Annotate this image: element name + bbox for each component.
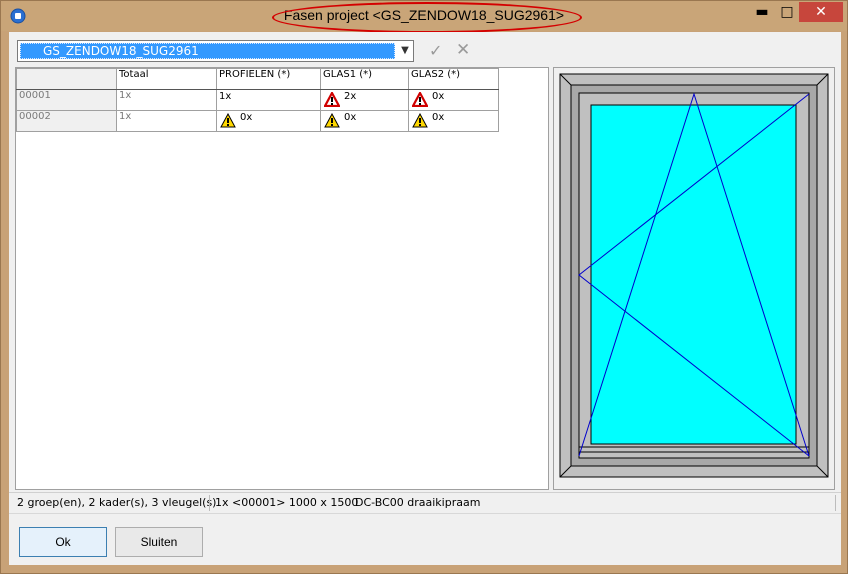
status-separator xyxy=(835,495,836,511)
cell-glas2[interactable]: 0x xyxy=(408,110,499,132)
row-id: 00001 xyxy=(16,89,117,111)
table-row[interactable]: 00001 1x 1x 2x 0x xyxy=(16,89,499,111)
button-bar: Ok Sluiten xyxy=(9,513,841,566)
cell-value: 2x xyxy=(344,91,357,102)
window-preview-panel xyxy=(553,67,835,490)
error-warning-icon xyxy=(412,92,428,107)
column-header-glas2[interactable]: GLAS2 (*) xyxy=(408,68,499,90)
cell-value: 0x xyxy=(240,112,253,123)
cell-profielen[interactable]: 1x xyxy=(216,89,321,111)
column-header-totaal[interactable]: Totaal xyxy=(116,68,217,90)
warning-icon xyxy=(324,113,340,128)
column-header-profielen[interactable]: PROFIELEN (*) xyxy=(216,68,321,90)
dialog-client: GS_ZENDOW18_SUG2961 ▼ ✓ ✕ Totaal PROFIEL… xyxy=(9,32,841,565)
status-groups: 2 groep(en), 2 kader(s), 3 vleugel(s) xyxy=(17,496,217,509)
cancel-icon[interactable]: ✕ xyxy=(456,40,470,60)
cell-value: 0x xyxy=(344,112,357,123)
phases-grid-panel: Totaal PROFIELEN (*) GLAS1 (*) GLAS2 (*)… xyxy=(15,67,549,490)
status-type: DC-BC00 draaikipraam xyxy=(355,496,481,509)
phases-table: Totaal PROFIELEN (*) GLAS1 (*) GLAS2 (*)… xyxy=(16,68,499,132)
cell-glas2[interactable]: 0x xyxy=(408,89,499,111)
warning-icon xyxy=(220,113,236,128)
project-dropdown[interactable]: GS_ZENDOW18_SUG2961 ▼ xyxy=(17,40,414,62)
ok-button[interactable]: Ok xyxy=(19,527,107,557)
title-bar[interactable]: Fasen project <GS_ZENDOW18_SUG2961> ▬ □ … xyxy=(1,1,847,33)
project-selected-value: GS_ZENDOW18_SUG2961 xyxy=(20,43,395,59)
cell-profielen[interactable]: 0x xyxy=(216,110,321,132)
glass-pane xyxy=(590,104,797,445)
maximize-button[interactable]: □ xyxy=(775,2,799,22)
cell-totaal[interactable]: 1x xyxy=(116,89,217,111)
row-id: 00002 xyxy=(16,110,117,132)
close-button[interactable]: Sluiten xyxy=(115,527,203,557)
window-preview-drawing xyxy=(559,73,829,478)
column-header-corner xyxy=(16,68,117,90)
cell-glas1[interactable]: 0x xyxy=(320,110,409,132)
error-warning-icon xyxy=(324,92,340,107)
minimize-button[interactable]: ▬ xyxy=(749,2,775,22)
status-selection: 1x <00001> 1000 x 1500 xyxy=(215,496,359,509)
chevron-down-icon[interactable]: ▼ xyxy=(397,41,413,61)
check-icon[interactable]: ✓ xyxy=(429,41,442,60)
table-row[interactable]: 00002 1x 0x 0x 0x xyxy=(16,110,499,132)
status-bar: 2 groep(en), 2 kader(s), 3 vleugel(s) 1x… xyxy=(9,492,841,513)
cell-value: 0x xyxy=(432,112,445,123)
cell-value: 1x xyxy=(219,91,232,102)
close-window-button[interactable]: ✕ xyxy=(799,2,843,22)
table-header-row: Totaal PROFIELEN (*) GLAS1 (*) GLAS2 (*) xyxy=(16,68,499,90)
cell-glas1[interactable]: 2x xyxy=(320,89,409,111)
status-separator xyxy=(209,495,210,511)
cell-totaal[interactable]: 1x xyxy=(116,110,217,132)
column-header-glas1[interactable]: GLAS1 (*) xyxy=(320,68,409,90)
title-highlight-ellipse xyxy=(272,2,582,33)
dialog-window: Fasen project <GS_ZENDOW18_SUG2961> ▬ □ … xyxy=(0,0,848,574)
warning-icon xyxy=(412,113,428,128)
cell-value: 0x xyxy=(432,91,445,102)
